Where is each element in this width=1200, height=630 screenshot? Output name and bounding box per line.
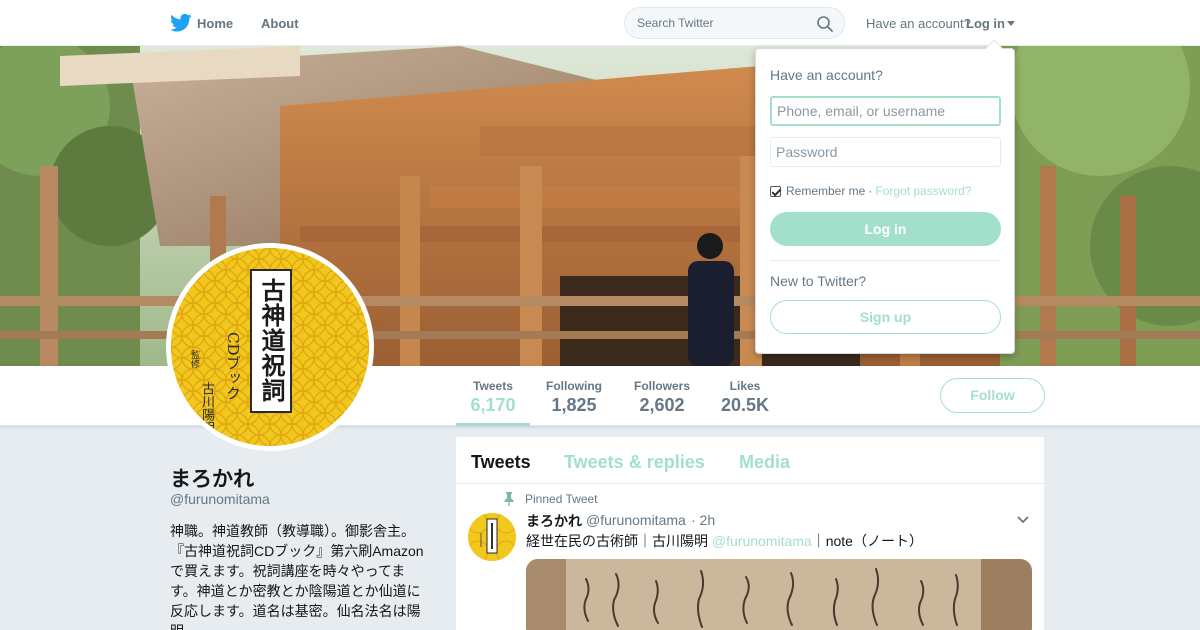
login-dropdown-toggle[interactable]: Log in xyxy=(966,16,1005,31)
stat-value: 2,602 xyxy=(639,395,685,415)
tweet-text-part: ｜note（ノート） xyxy=(811,533,923,549)
nav-home-link[interactable]: Home xyxy=(197,16,233,31)
password-field[interactable] xyxy=(770,137,1001,167)
profile-handle[interactable]: @furunomitama xyxy=(170,491,270,507)
stat-following[interactable]: Following 1,825 xyxy=(540,366,608,426)
tab-tweets-replies[interactable]: Tweets & replies xyxy=(564,452,705,473)
stat-label: Likes xyxy=(729,379,761,393)
signup-button[interactable]: Sign up xyxy=(770,300,1001,334)
remember-me-checkbox[interactable] xyxy=(770,185,781,197)
timeline-tabs: Tweets Tweets & replies Media xyxy=(456,437,1044,484)
new-to-twitter-label: New to Twitter? xyxy=(770,273,867,289)
tweet-avatar[interactable] xyxy=(468,513,516,561)
tweet-avatar-image xyxy=(468,513,516,561)
stat-followers[interactable]: Followers 2,602 xyxy=(628,366,696,426)
nav-about-link[interactable]: About xyxy=(261,16,299,31)
tab-media[interactable]: Media xyxy=(739,452,790,473)
stat-value: 1,825 xyxy=(551,395,597,415)
stat-label: Followers xyxy=(633,379,690,393)
remember-me-label[interactable]: Remember me xyxy=(786,184,865,198)
stat-value: 6,170 xyxy=(470,395,516,415)
tweet-text: 経世在民の古術師｜古川陽明 @furunomitama｜note（ノート） xyxy=(526,531,923,551)
search-box[interactable]: Search Twitter xyxy=(624,7,845,39)
chevron-down-icon[interactable] xyxy=(1016,515,1030,525)
profile-name: まろかれ xyxy=(170,468,254,491)
stat-tweets[interactable]: Tweets 6,170 xyxy=(456,366,530,426)
chevron-down-icon[interactable] xyxy=(1007,21,1015,26)
stat-value: 20.5K xyxy=(720,395,770,415)
stat-label: Tweets xyxy=(473,379,513,393)
avatar-book-subtitle: CDブック xyxy=(224,332,242,401)
username-field[interactable] xyxy=(770,96,1001,126)
profile-avatar[interactable]: 古神道祝詞 CDブック 監修 古川陽明 xyxy=(166,243,374,451)
tweet-author-handle[interactable]: @furunomitama xyxy=(586,512,686,528)
pin-icon xyxy=(504,492,514,506)
top-nav: Home About Search Twitter Have an accoun… xyxy=(0,0,1200,46)
profile-bio: 神職。神道教師（教導職）。御影舎主。『古神道祝詞CDブック』第六刷Amazonで… xyxy=(170,523,424,630)
remember-me-row: Remember me · Forgot password? xyxy=(770,184,971,198)
separator-dot: · xyxy=(868,184,873,198)
search-icon[interactable] xyxy=(816,15,834,33)
follow-button[interactable]: Follow xyxy=(940,378,1045,413)
login-dropdown: Have an account? Remember me · Forgot pa… xyxy=(755,39,1015,354)
login-dropdown-title: Have an account? xyxy=(770,67,883,83)
pinned-tweet-label: Pinned Tweet xyxy=(525,492,598,506)
twitter-bird-icon[interactable] xyxy=(170,13,192,33)
search-input[interactable]: Search Twitter xyxy=(637,16,713,30)
tab-tweets[interactable]: Tweets xyxy=(471,452,531,473)
tweet-text-part: 経世在民の古術師｜古川陽明 xyxy=(526,533,712,549)
stat-likes[interactable]: Likes 20.5K xyxy=(716,366,774,426)
login-button[interactable]: Log in xyxy=(770,212,1001,246)
tweet-timestamp[interactable]: · 2h xyxy=(691,512,715,528)
tweet-media-image[interactable] xyxy=(526,559,1032,630)
forgot-password-link[interactable]: Forgot password? xyxy=(875,184,971,198)
have-account-label: Have an account? xyxy=(866,16,971,31)
stat-label: Following xyxy=(546,379,602,393)
avatar-book-title: 古神道祝詞 xyxy=(257,278,286,403)
divider xyxy=(770,260,1001,261)
timeline: Tweets Tweets & replies Media Pinned Twe… xyxy=(456,437,1044,630)
avatar-book-author: 古川陽明 xyxy=(199,382,214,434)
manuscript-image xyxy=(526,559,1032,630)
avatar-book-editor: 監修 xyxy=(190,350,200,368)
tweet-author-name[interactable]: まろかれ xyxy=(526,511,582,531)
tweet-mention-link[interactable]: @furunomitama xyxy=(712,533,812,549)
